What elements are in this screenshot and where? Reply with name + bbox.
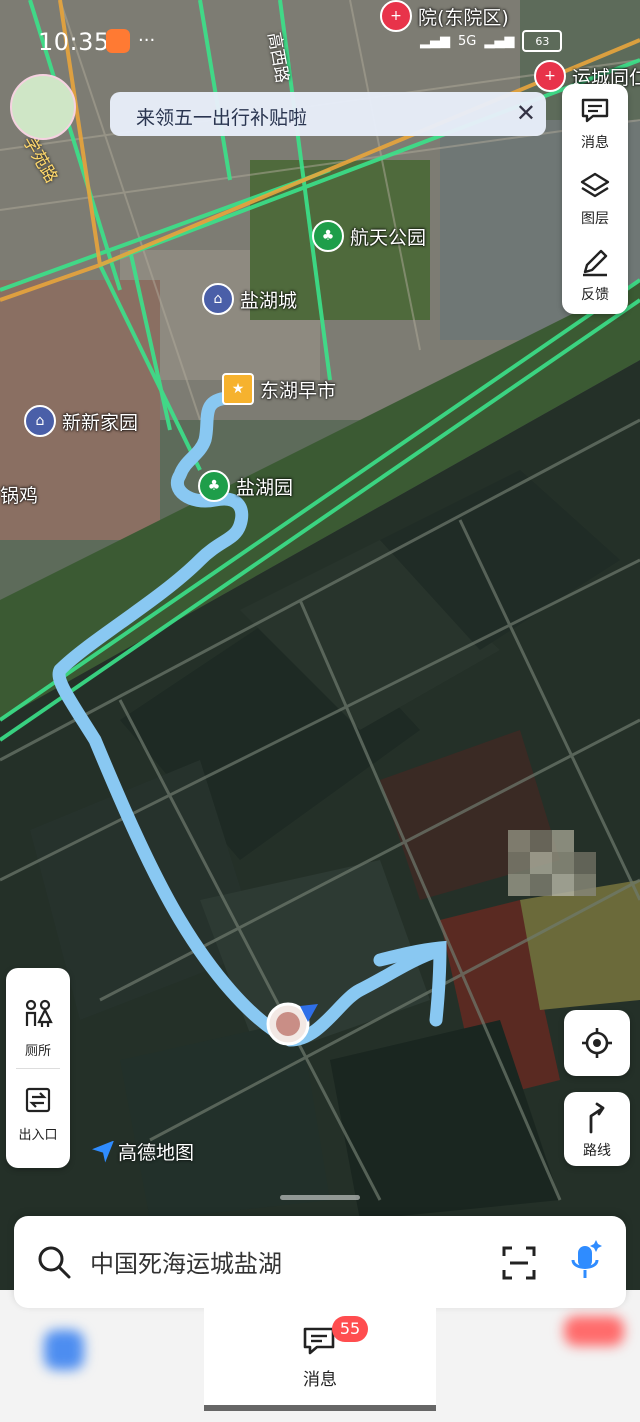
search-icon [38,1246,71,1279]
signal-icon: ▂▄▆ [420,33,450,49]
poi-hangtian[interactable]: ♣ 航天公园 [312,220,426,252]
feedback-icon [583,249,608,277]
close-icon[interactable]: ✕ [516,100,536,126]
poi-guoji[interactable]: 锅鸡 [0,481,38,508]
voice-input-icon[interactable] [568,1238,604,1284]
poi-hangtian-label: 航天公园 [350,226,427,249]
tab-right-icon[interactable] [564,1316,624,1346]
amap-logo-icon [92,1140,114,1163]
entrance-icon [25,1087,51,1113]
map-canvas [0,0,640,1422]
poi-yanhucheng[interactable]: ⌂ 盐湖城 [202,283,297,315]
promo-banner[interactable]: 来领五一出行补贴啦 ✕ [110,92,546,136]
tool-messages[interactable]: 消息 [562,84,628,158]
route-label: 路线 [583,1143,611,1159]
park-icon: ♣ [312,220,344,252]
facility-panel: 厕所 出入口 [6,968,70,1168]
scan-icon[interactable] [502,1246,536,1280]
tool-feedback[interactable]: 反馈 [562,236,628,310]
locate-icon [582,1028,612,1058]
network-label: 5G [458,33,477,49]
home-tab-icon[interactable] [44,1330,84,1370]
poi-yanhuyuan[interactable]: ♣ 盐湖园 [198,470,293,502]
more-dots-icon: ··· [138,30,156,51]
poi-donghu-label: 东湖早市 [260,379,337,402]
locate-button[interactable] [564,1010,630,1076]
poi-hospital-top[interactable]: + 院(东院区) [380,0,509,32]
status-right: ▂▄▆ 5G ▂▄▆ 63 [420,30,563,52]
message-tab-icon [303,1327,335,1355]
amap-logo: 高德地图 [92,1138,194,1165]
map-tools-panel: 消息 图层 反馈 [562,84,628,314]
status-time: 10:35 [38,28,110,56]
signal-icon-2: ▂▄▆ [484,33,515,49]
satellite-map[interactable] [0,0,640,1422]
entrance-button[interactable]: 出入口 [6,1068,70,1168]
toilet-button[interactable]: 厕所 [6,968,70,1068]
search-query: 中国死海运城盐湖 [90,1250,282,1278]
messages-badge: 55 [332,1316,368,1342]
poi-guoji-label: 锅鸡 [0,485,39,507]
poi-xinxin-label: 新新家园 [62,411,139,434]
battery-icon: 63 [522,30,563,52]
route-button[interactable]: 路线 [564,1092,630,1166]
poi-hospital-top-label: 院(东院区) [418,6,509,29]
toilet-icon [25,999,53,1027]
residential-icon: ⌂ [202,283,234,315]
residential-icon: ⌂ [24,405,56,437]
app-notification-icon [106,29,130,53]
market-star-icon: ★ [222,373,254,405]
poi-xinxin[interactable]: ⌂ 新新家园 [24,405,138,437]
poi-yanhucheng-label: 盐湖城 [240,289,298,312]
user-avatar[interactable] [10,74,76,140]
amap-logo-text: 高德地图 [118,1142,195,1164]
search-bar[interactable]: 中国死海运城盐湖 [14,1216,626,1308]
poi-donghu[interactable]: ★ 东湖早市 [222,373,336,405]
park-icon: ♣ [198,470,230,502]
tool-feedback-label: 反馈 [581,287,609,303]
poi-yanhuyuan-label: 盐湖园 [236,476,294,499]
entrance-label: 出入口 [18,1128,58,1143]
messages-tab-label: 消息 [303,1370,337,1390]
tool-messages-label: 消息 [581,135,609,151]
route-icon [589,1102,605,1134]
hospital-icon: + [380,0,412,32]
toilet-label: 厕所 [24,1044,51,1059]
tool-layers[interactable]: 图层 [562,160,628,234]
sheet-drag-handle[interactable] [280,1195,360,1200]
message-icon [581,98,609,123]
messages-tab-card[interactable]: 消息 [204,1305,436,1405]
tool-layers-label: 图层 [581,211,609,227]
promo-banner-text: 来领五一出行补贴啦 [136,107,308,129]
layers-icon [580,172,610,198]
tab-card-bottom-edge [204,1405,436,1411]
